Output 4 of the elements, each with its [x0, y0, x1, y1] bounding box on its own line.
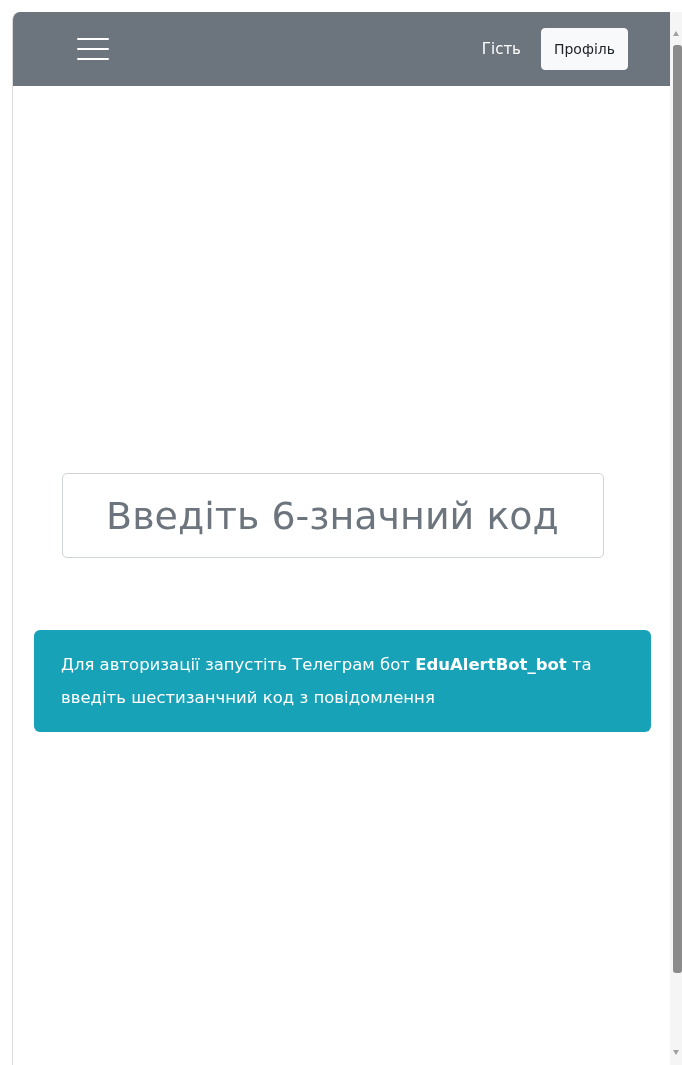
user-label: Гість	[481, 40, 521, 58]
info-alert: Для авторизації запустіть Телеграм бот EduAlertBot_bot та введіть шестизанчний код з повідомлення	[34, 630, 651, 732]
code-input-field[interactable]: Введіть 6-значний код	[61, 473, 604, 558]
profile-button[interactable]: Профіль	[540, 28, 628, 70]
